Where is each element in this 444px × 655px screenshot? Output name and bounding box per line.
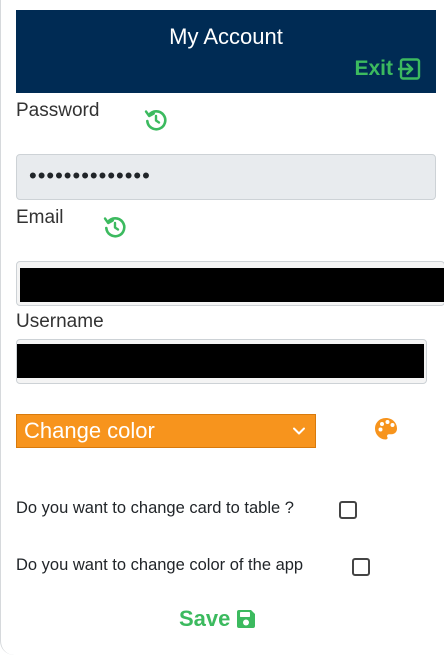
email-label: Email	[16, 207, 64, 228]
exit-label: Exit	[354, 57, 393, 80]
palette-icon	[375, 418, 397, 440]
save-button[interactable]: Save	[179, 606, 258, 632]
page-title: My Account	[169, 24, 283, 49]
redacted-username-value	[17, 344, 424, 378]
reset-email-icon[interactable]	[103, 215, 127, 239]
password-field[interactable]: ••••••••••••••	[16, 154, 436, 200]
email-field[interactable]	[16, 261, 444, 306]
reset-password-icon[interactable]	[144, 108, 168, 132]
selected-option: Change color	[24, 418, 155, 443]
card-to-table-checkbox[interactable]	[339, 501, 357, 519]
account-card: My Account Exit Password •••••••••••••• …	[0, 0, 444, 655]
save-label: Save	[179, 606, 231, 631]
change-color-select[interactable]: Change color	[16, 414, 316, 448]
username-field[interactable]	[16, 339, 427, 384]
change-app-color-question: Do you want to change color of the app	[16, 556, 304, 574]
chevron-down-icon	[293, 427, 305, 435]
redacted-email-value	[20, 268, 444, 302]
password-label: Password	[16, 100, 100, 121]
exit-button[interactable]: Exit	[354, 57, 422, 81]
save-icon	[237, 610, 256, 628]
username-label: Username	[16, 311, 104, 332]
card-to-table-question: Do you want to change card to table ?	[16, 499, 294, 517]
sign-out-icon	[398, 58, 421, 80]
change-app-color-checkbox[interactable]	[352, 558, 370, 576]
account-header: My Account Exit	[16, 10, 436, 93]
